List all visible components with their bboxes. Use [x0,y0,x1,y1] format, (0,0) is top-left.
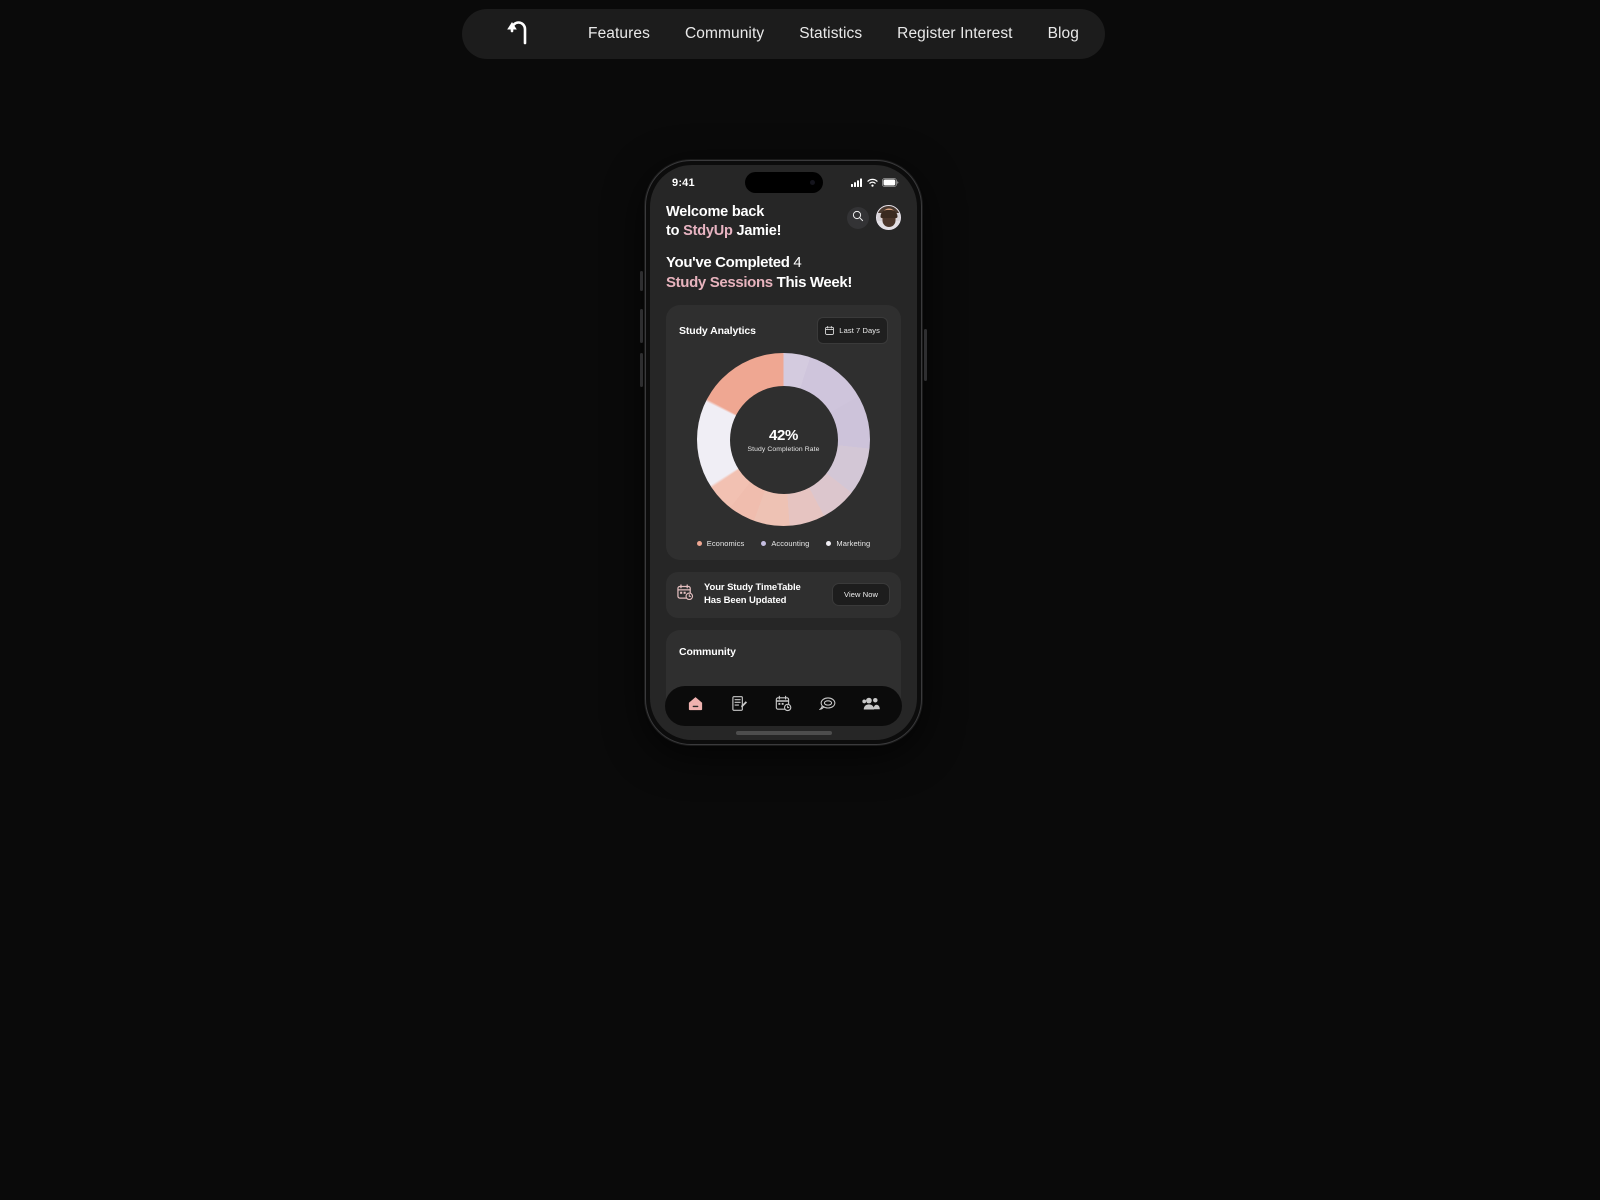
tab-community[interactable] [859,693,885,719]
avatar[interactable] [876,205,901,230]
legend-item-accounting: Accounting [761,539,809,548]
legend-dot-accounting [761,541,767,547]
date-range-label: Last 7 Days [839,326,880,336]
welcome-suffix: Jamie! [732,222,782,239]
tab-schedule[interactable] [770,693,796,719]
headline: You've Completed 4 Study Sessions This W… [666,253,901,292]
nav-link-statistics[interactable]: Statistics [799,25,862,43]
bottom-tab-bar [665,686,902,726]
search-icon [852,209,864,227]
dynamic-island [744,172,823,193]
timetable-notification-card: Your Study TimeTable Has Been Updated Vi… [666,572,901,618]
date-range-selector[interactable]: Last 7 Days [817,317,888,345]
tab-chat[interactable] [815,693,841,719]
calendar-schedule-icon [775,695,792,717]
analytics-title: Study Analytics [679,324,756,337]
phone-volume-down-button[interactable] [640,353,643,387]
cellular-signal-icon [851,174,863,192]
status-bar: 9:41 [650,165,917,195]
phone-power-button[interactable] [924,329,927,381]
completion-rate-value: 42% [768,426,799,444]
headline-line-1: You've Completed 4 [666,253,901,273]
headline-highlight: Study Sessions [666,273,773,291]
top-navbar: Features Community Statistics Register I… [462,9,1105,59]
status-time: 9:41 [672,177,695,189]
headline-line-2: Study Sessions This Week! [666,273,901,293]
front-camera-icon [809,180,815,185]
app-header: Welcome back to StdyUp Jamie! [666,199,901,240]
battery-full-icon [882,174,899,192]
headline-session-count: 4 [793,254,802,272]
search-button[interactable] [847,206,869,229]
welcome-line-1: Welcome back [666,204,765,220]
nav-link-community[interactable]: Community [685,25,764,43]
brand-name: StdyUp [683,222,733,239]
nav-link-features[interactable]: Features [588,25,650,43]
donut-chart: 42% Study Completion Rate [697,353,870,527]
analytics-card-header: Study Analytics Last 7 Days [679,317,888,345]
timetable-line-1: Your Study TimeTable [704,582,801,594]
community-title: Community [679,645,736,658]
timetable-line-2: Has Been Updated [704,594,787,606]
legend-item-marketing: Marketing [826,539,870,548]
legend-dot-marketing [826,541,832,547]
avatar-hair [880,209,897,218]
nav-link-register-interest[interactable]: Register Interest [897,25,1012,43]
study-analytics-card: Study Analytics Last 7 Days 42% Study Co… [666,305,901,561]
completion-rate-label: Study Completion Rate [747,445,820,453]
timetable-text: Your Study TimeTable Has Been Updated [704,582,822,608]
legend-label-economics: Economics [706,539,745,549]
legend-label-accounting: Accounting [771,539,810,549]
welcome-prefix: to [666,222,684,239]
nav-links: Features Community Statistics Register I… [540,25,1079,43]
app-content: Welcome back to StdyUp Jamie! You've Com… [650,195,917,700]
tab-home[interactable] [682,693,708,719]
headline-bold: You've Completed [666,254,794,272]
status-icons [851,174,899,192]
legend-dot-economics [696,541,702,547]
people-group-icon [862,695,881,717]
phone-mockup: 9:41 Welcome back to StdyUp Jamie! You'v… [640,160,927,745]
site-logo[interactable] [496,17,540,51]
header-actions [847,203,901,230]
headline-rest: This Week! [772,273,853,291]
notes-edit-icon [731,695,748,717]
welcome-line-2: to StdyUp Jamie! [666,222,781,241]
nav-link-blog[interactable]: Blog [1048,25,1079,43]
u-turn-arrow-icon [505,18,531,51]
tab-notes[interactable] [726,693,752,719]
legend-label-marketing: Marketing [836,539,871,549]
phone-volume-up-button[interactable] [640,309,643,343]
welcome-message: Welcome back to StdyUp Jamie! [666,203,781,240]
home-indicator [735,731,832,735]
calendar-clock-icon [677,584,694,606]
calendar-icon [825,322,835,340]
donut-center: 42% Study Completion Rate [729,385,838,494]
home-icon [687,695,704,717]
chart-legend: Economics Accounting Marketing [679,539,888,548]
view-now-button[interactable]: View Now [831,583,890,607]
legend-item-economics: Economics [696,539,745,549]
chat-bubble-icon [818,695,837,717]
phone-mute-switch[interactable] [640,271,643,291]
phone-screen: 9:41 Welcome back to StdyUp Jamie! You'v… [650,165,917,740]
donut-chart-wrapper: 42% Study Completion Rate [679,353,888,527]
wifi-icon [867,174,878,192]
